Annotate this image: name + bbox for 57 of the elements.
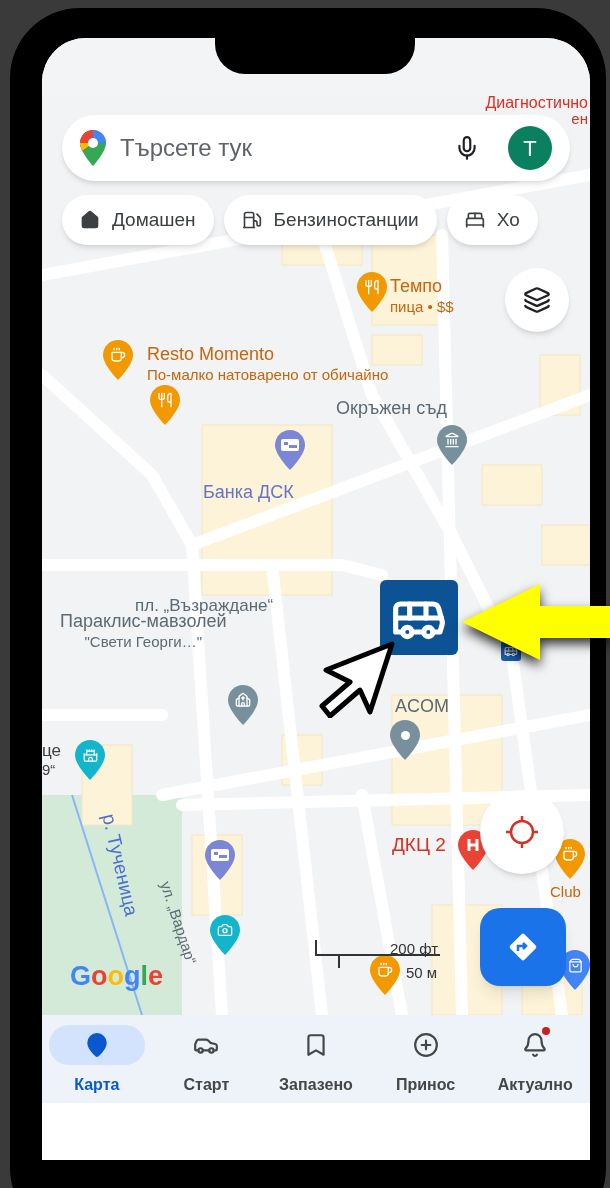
map-label: це: [42, 740, 61, 762]
search-field[interactable]: Търсете тук: [120, 130, 440, 166]
nav-tab[interactable]: Актуално: [480, 1021, 590, 1097]
map-label-detail: По-малко натоварено от обичайно: [147, 365, 389, 385]
scale-bar-icon: [314, 940, 442, 970]
maps-logo-icon: [80, 130, 106, 166]
map-label: Resto Momento: [147, 343, 275, 366]
map-label: Банка ДСК: [203, 481, 294, 504]
account-avatar[interactable]: T: [508, 126, 552, 170]
building-shape: [541, 524, 590, 566]
map-label: ACOM: [395, 695, 449, 718]
church-pin-icon: [228, 685, 258, 725]
map-label: пл. „Възраждане“: [135, 595, 274, 615]
map-label: Окръжен съд: [336, 397, 447, 420]
building-pin-icon: [437, 425, 467, 465]
bell-icon: [522, 1032, 549, 1058]
map-label: Club: [550, 883, 581, 902]
plus-circle-icon: [412, 1032, 439, 1058]
map-label: Темпо: [390, 275, 443, 298]
location-pin-icon: [390, 720, 420, 760]
nav-tab[interactable]: Запазено: [261, 1021, 371, 1097]
cafe-pin-icon: [370, 955, 400, 995]
home-icon: [80, 210, 100, 230]
layers-button[interactable]: [505, 268, 569, 332]
category-chip[interactable]: Хо: [446, 195, 538, 245]
map-label: ДКЦ 2: [392, 833, 446, 857]
museum-pin-icon: [75, 740, 105, 780]
bed-icon: [464, 210, 485, 230]
map-label-detail: ен: [571, 111, 588, 126]
camera-pin-icon: [210, 915, 240, 955]
category-chip[interactable]: Бензиностанции: [223, 195, 437, 245]
fuel-pump-icon: [241, 210, 262, 230]
map-label-detail: "Свети Георги…": [84, 632, 203, 652]
cash-pin-icon: [205, 840, 235, 880]
restaurant-pin-icon: [357, 272, 387, 312]
restaurant-pin-icon: [150, 385, 180, 425]
map-label: р. Тученица: [97, 811, 144, 919]
scale-label: 200 фт: [390, 939, 439, 959]
map-label-detail: пица • $$: [390, 297, 454, 317]
scale-label: 50 м: [406, 963, 438, 983]
map-label: Диагностично: [485, 95, 588, 111]
layers-icon: [523, 286, 551, 314]
directions-button[interactable]: [480, 908, 566, 986]
bus-stop-icon[interactable]: [380, 580, 458, 655]
cafe-pin-icon: [103, 340, 133, 380]
nav-tab[interactable]: Карта: [42, 1021, 152, 1097]
building-shape: [481, 464, 543, 506]
category-chip[interactable]: Домашен: [62, 195, 214, 245]
cash-pin-icon: [275, 430, 305, 470]
location-target-icon: [505, 815, 539, 849]
building-shape: [371, 334, 423, 366]
map-label-detail: 9“: [42, 761, 56, 780]
cafe-pin-icon: [555, 839, 585, 879]
nav-tab[interactable]: Принос: [370, 1021, 481, 1097]
nav-tab[interactable]: Старт: [151, 1021, 262, 1097]
map-logo: Google: [70, 963, 164, 990]
search-bar[interactable]: Търсете тук T: [62, 115, 570, 181]
